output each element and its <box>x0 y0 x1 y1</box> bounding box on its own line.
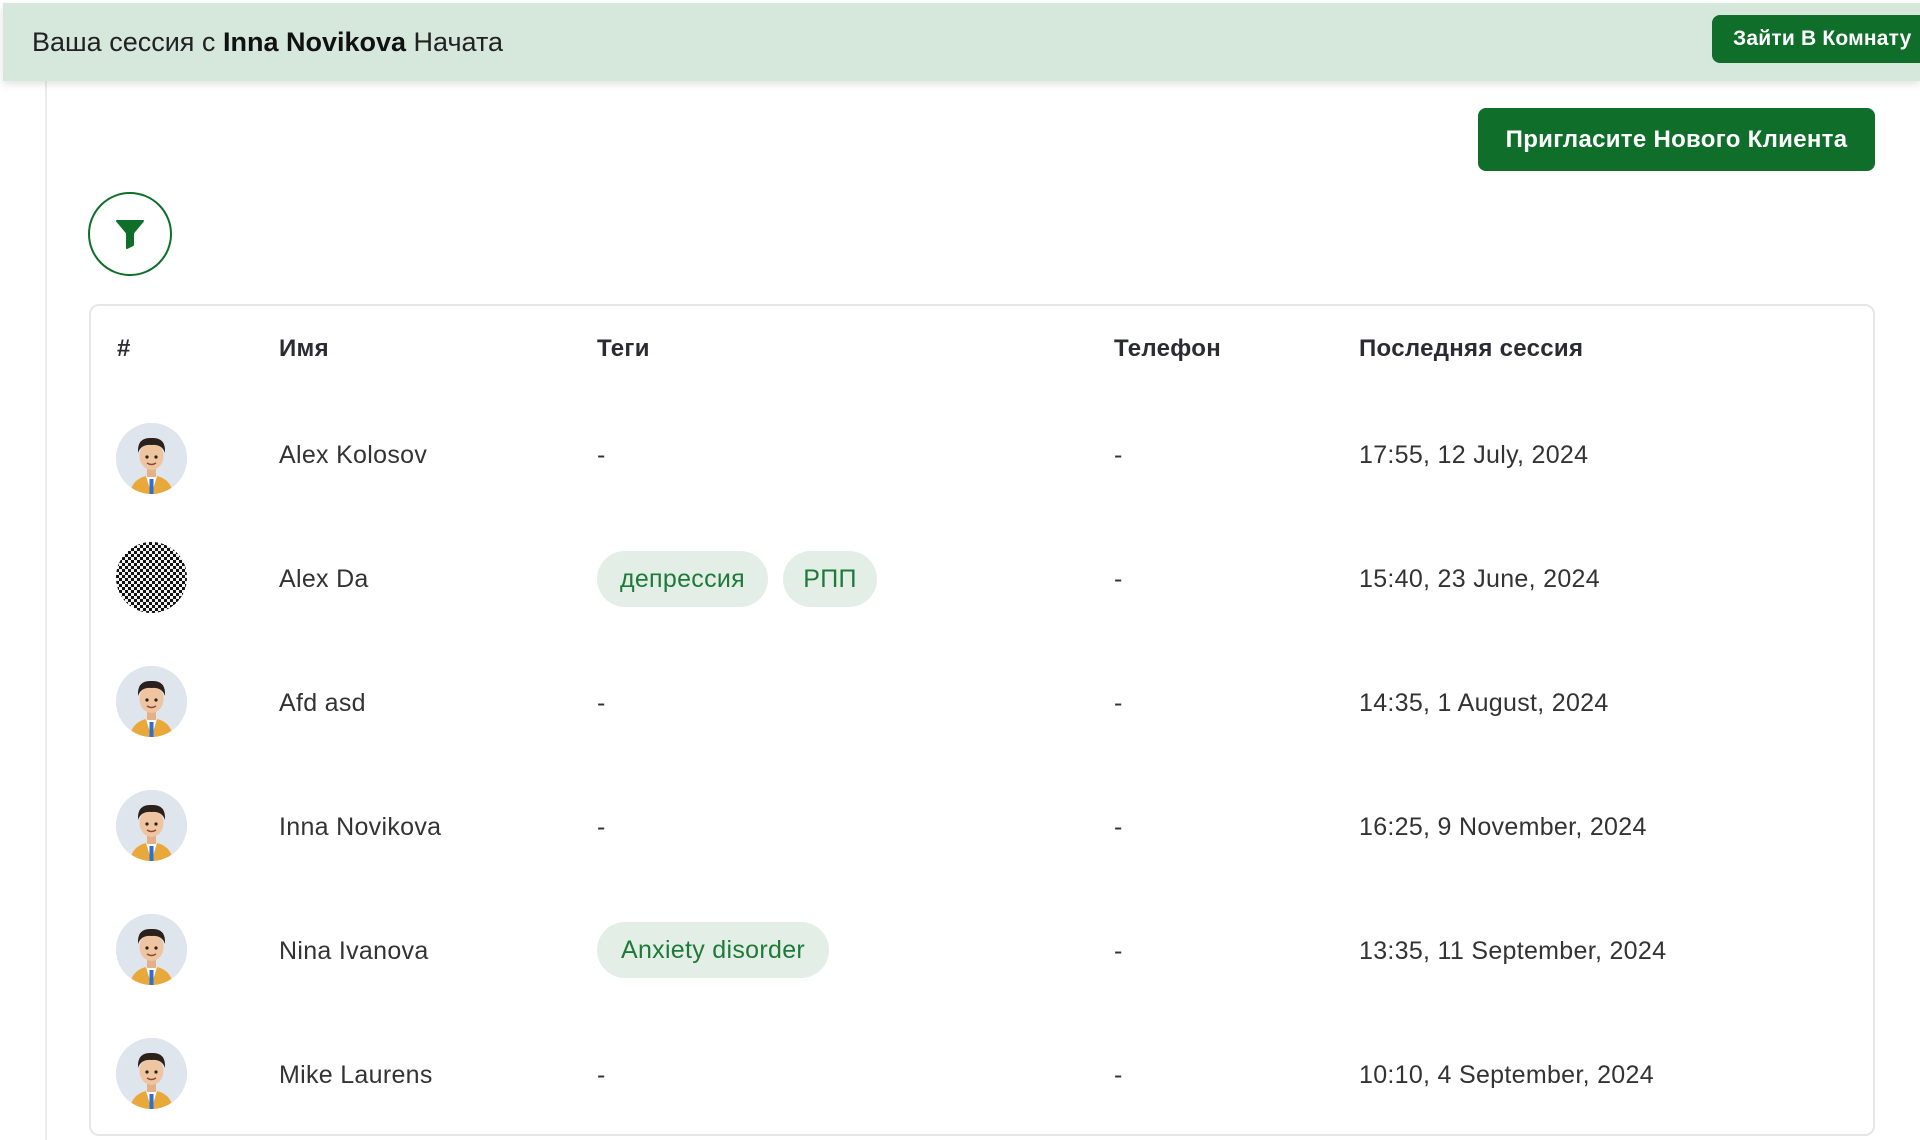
client-name[interactable]: Alex Da <box>279 565 369 594</box>
client-tags-empty: - <box>597 813 606 841</box>
client-last-session: 16:25, 9 November, 2024 <box>1359 813 1647 841</box>
client-avatar <box>116 542 187 613</box>
client-name[interactable]: Inna Novikova <box>279 813 441 842</box>
client-phone: - <box>1114 813 1123 841</box>
client-last-session: 13:35, 11 September, 2024 <box>1359 937 1667 965</box>
client-avatar <box>116 1038 187 1109</box>
client-phone: - <box>1114 441 1123 469</box>
header-tags: Теги <box>597 335 650 362</box>
tag-chip[interactable]: Anxiety disorder <box>597 922 829 978</box>
client-avatar <box>116 914 187 985</box>
header-last-session: Последняя сессия <box>1359 335 1584 362</box>
filter-icon <box>116 220 144 249</box>
tag-chip[interactable]: РПП <box>783 551 877 607</box>
banner-suffix: Начата <box>413 26 504 57</box>
client-tags-empty: - <box>597 1061 606 1089</box>
invite-client-button[interactable]: Пригласите Нового Клиента <box>1478 108 1875 171</box>
client-phone: - <box>1114 565 1123 593</box>
client-last-session: 17:55, 12 July, 2024 <box>1359 441 1589 469</box>
client-name[interactable]: Afd asd <box>279 689 366 718</box>
session-banner: Ваша сессия с Inna Novikova Начата <box>3 3 1920 81</box>
client-phone: - <box>1114 937 1123 965</box>
client-name[interactable]: Mike Laurens <box>279 1061 433 1090</box>
clients-table <box>89 304 1875 1136</box>
banner-prefix: Ваша сессия с <box>32 26 216 57</box>
filter-button[interactable] <box>88 192 172 276</box>
client-last-session: 10:10, 4 September, 2024 <box>1359 1061 1654 1089</box>
client-avatar <box>116 666 187 737</box>
client-phone: - <box>1114 1061 1123 1089</box>
client-name[interactable]: Alex Kolosov <box>279 441 427 470</box>
banner-client-name: Inna Novikova <box>222 26 407 57</box>
client-last-session: 15:40, 23 June, 2024 <box>1359 565 1600 593</box>
client-avatar <box>116 423 187 494</box>
header-name: Имя <box>279 335 329 362</box>
tag-chip[interactable]: депрессия <box>597 551 768 607</box>
client-phone: - <box>1114 689 1123 717</box>
header-phone: Телефон <box>1114 335 1222 362</box>
session-banner-text: Ваша сессия с Inna Novikova Начата <box>32 27 503 58</box>
enter-room-button[interactable]: Зайти В Комнату <box>1712 15 1920 63</box>
client-avatar <box>116 790 187 861</box>
client-name[interactable]: Nina Ivanova <box>279 937 429 966</box>
header-index: # <box>117 335 131 362</box>
content-divider <box>45 81 47 1140</box>
client-tags-empty: - <box>597 689 606 717</box>
client-last-session: 14:35, 1 August, 2024 <box>1359 689 1609 717</box>
client-tags-empty: - <box>597 441 606 469</box>
